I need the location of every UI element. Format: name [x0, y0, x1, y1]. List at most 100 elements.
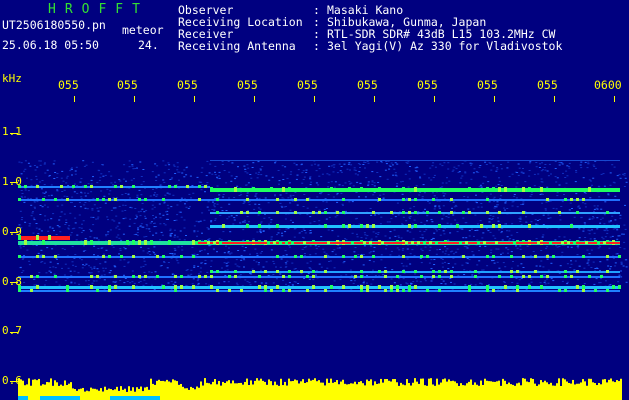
signal-speck [294, 198, 297, 201]
noise-speck [393, 168, 396, 170]
noise-speck [63, 195, 66, 197]
noise-speck [225, 210, 228, 211]
noise-speck [454, 263, 457, 265]
noise-speck [520, 273, 523, 275]
noise-speck [61, 267, 63, 269]
signal-speck [558, 211, 561, 214]
noise-speck [594, 268, 597, 269]
signal-speck [36, 275, 39, 278]
noise-speck [486, 196, 488, 198]
noise-speck [91, 209, 94, 211]
noise-bar [210, 384, 212, 400]
noise-speck [35, 197, 38, 199]
noise-speck [214, 219, 217, 221]
noise-speck [612, 181, 615, 183]
noise-speck [593, 232, 596, 234]
noise-speck [248, 221, 250, 223]
signal-speck [342, 224, 345, 228]
noise-speck [522, 172, 525, 174]
signal-speck [495, 241, 498, 244]
signal-speck [180, 255, 183, 258]
noise-speck [575, 170, 578, 171]
noise-bar [408, 383, 410, 400]
noise-bar [568, 382, 570, 400]
noise-speck [309, 232, 312, 234]
signal-speck [582, 289, 585, 292]
noise-speck [509, 238, 512, 240]
signal-speck [162, 285, 165, 289]
noise-bar [326, 378, 328, 400]
noise-bar [312, 379, 314, 400]
noise-speck [539, 163, 541, 165]
noise-speck [51, 227, 54, 229]
noise-speck [118, 237, 121, 239]
noise-speck [318, 175, 321, 177]
noise-speck [358, 196, 360, 198]
noise-speck [282, 179, 285, 180]
noise-speck [128, 160, 131, 162]
noise-speck [285, 283, 287, 285]
noise-speck [353, 251, 356, 253]
noise-speck [391, 214, 394, 215]
signal-speck [198, 275, 201, 278]
noise-bar [212, 381, 214, 400]
noise-speck [485, 164, 488, 165]
signal-speck [516, 289, 519, 292]
noise-speck [423, 192, 426, 194]
noise-speck [257, 161, 260, 163]
noise-speck [493, 207, 496, 209]
signal-speck [246, 211, 249, 214]
noise-speck [583, 283, 586, 284]
noise-speck [284, 231, 287, 233]
x-tick-mark [374, 96, 375, 102]
noise-speck [18, 161, 21, 163]
noise-speck [466, 196, 469, 198]
noise-speck [142, 181, 145, 183]
noise-bar [346, 384, 348, 400]
noise-speck [207, 201, 210, 203]
signal-speck [66, 198, 69, 201]
noise-speck [96, 207, 99, 209]
noise-speck [479, 184, 482, 186]
noise-speck [82, 250, 85, 252]
noise-bar [362, 383, 364, 400]
signal-speck [180, 285, 183, 289]
noise-speck [359, 167, 361, 168]
noise-speck [500, 185, 503, 186]
noise-speck [318, 263, 321, 265]
signal-speck [198, 185, 201, 188]
noise-speck [542, 234, 545, 236]
noise-speck [569, 273, 572, 275]
info-value-antenna: 3el Yagi(V) Az 330 for Vladivostok [327, 39, 563, 53]
noise-speck [497, 220, 500, 222]
signal-speck [336, 211, 339, 214]
noise-speck [233, 219, 236, 221]
signal-speck [234, 187, 237, 192]
noise-speck [323, 251, 326, 253]
noise-speck [614, 265, 617, 267]
noise-speck [506, 236, 509, 238]
noise-speck [120, 239, 123, 241]
signal-speck [498, 275, 501, 278]
noise-speck [591, 184, 593, 186]
noise-speck [539, 265, 542, 267]
signal-speck [384, 275, 387, 278]
noise-speck [604, 236, 607, 238]
noise-speck [227, 161, 230, 162]
noise-speck [63, 248, 66, 250]
noise-bar [164, 381, 166, 400]
noise-speck [430, 268, 433, 270]
noise-speck [356, 233, 358, 235]
noise-speck [91, 161, 94, 163]
noise-speck [323, 208, 326, 210]
noise-bar [172, 379, 174, 400]
noise-speck [24, 189, 27, 191]
noise-bar [412, 382, 414, 400]
noise-bar [98, 390, 100, 400]
noise-speck [368, 259, 371, 261]
noise-speck [128, 166, 131, 168]
noise-speck [118, 205, 121, 207]
noise-speck [532, 251, 535, 252]
signal-speck [90, 285, 93, 289]
noise-speck [73, 282, 76, 284]
